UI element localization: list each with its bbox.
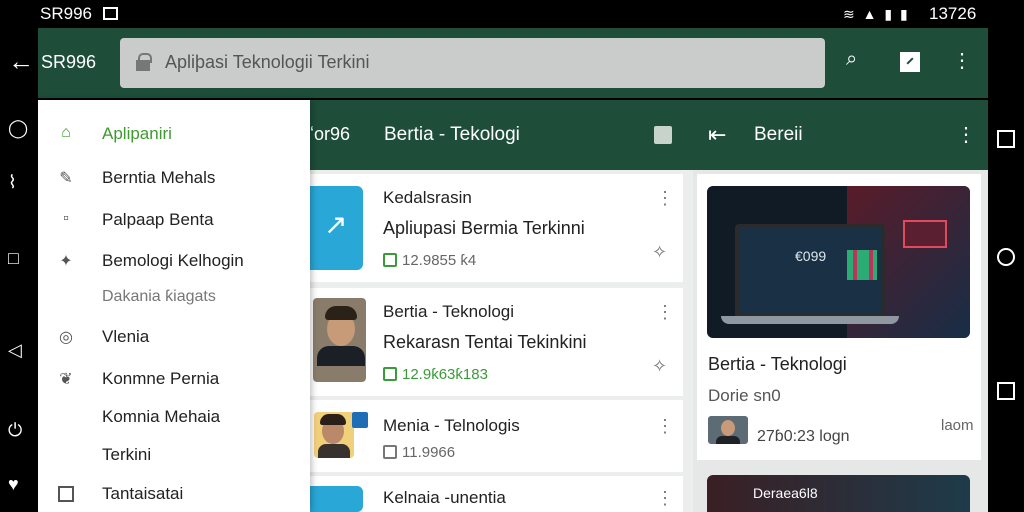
app-bar: ← SR996 Apliþasi Teknologii Terkini ⌕ ⋮	[8, 28, 988, 98]
chat-icon[interactable]: ◯	[8, 118, 28, 139]
search-input[interactable]: Apliþasi Teknologii Terkini	[120, 38, 825, 88]
drawer-item-terkini[interactable]: Terkini	[38, 437, 310, 473]
featured-card[interactable]: €099 Bertia - Teknologi Dorie sn0 27ɓ0:2…	[697, 174, 981, 460]
status-carrier: SR996	[40, 4, 92, 23]
article-tag-icon	[383, 367, 397, 381]
article-meta: 11.9966	[383, 444, 455, 461]
compass-icon: ◎	[59, 329, 73, 346]
article-tag-icon	[383, 253, 397, 267]
article-source: Kedalsrasin	[383, 188, 472, 207]
section-bar: ʻor96 Bertia - Tekologi ⇤ Bereii ⋮	[310, 100, 988, 170]
drawer-item-komnia-mehaia[interactable]: Komnia Mehaia	[38, 399, 310, 435]
leaf-icon: ❦	[59, 371, 73, 388]
square-icon[interactable]: □	[8, 248, 19, 269]
article-title: Rekarasn Tentai Tekinkini	[383, 332, 587, 352]
square-icon: ▫	[63, 210, 69, 227]
signal-icon: ≋ ▲ ▮ ▮	[843, 6, 910, 22]
navigation-drawer: ⌂ Aplipaniri ✎ Berntia Mehals ▫ Palpaap …	[38, 100, 310, 512]
status-bar: SR996 ≋ ▲ ▮ ▮ 13726	[0, 0, 1024, 28]
article-card[interactable]: Kedalsrasin Apliupasi Bermia Terkinni 12…	[310, 174, 683, 282]
more-icon[interactable]: ⋮	[656, 188, 674, 209]
article-tag-icon	[383, 445, 397, 459]
article-meta: 12.9855 ƙ4	[383, 252, 476, 269]
checkbox-icon[interactable]	[58, 486, 74, 502]
more-icon[interactable]: ⋮	[956, 122, 976, 147]
section-prefix: ʻor96	[310, 124, 351, 144]
avatar	[313, 298, 366, 382]
link-thumbnail	[310, 486, 363, 512]
article-card[interactable]: Kelnaia -unentia ⋮	[310, 476, 683, 512]
featured-meta: 27ɓ0:23 logn	[757, 428, 850, 445]
status-time: 13726	[929, 4, 977, 23]
drawer-item-bemologi-kelhogin[interactable]: ✦ Bemologi Kelhogin	[38, 243, 310, 279]
article-title: Apliupasi Bermia Terkinni	[383, 218, 585, 238]
drawer-item-palpaap-benta[interactable]: ▫ Palpaap Benta	[38, 202, 310, 238]
verified-badge	[352, 412, 368, 428]
pip-icon[interactable]	[900, 52, 920, 72]
power-icon[interactable]: ⏻	[8, 420, 22, 441]
back-arrow-icon[interactable]: ⇤	[708, 122, 726, 148]
pin-icon[interactable]: ⌇	[8, 172, 17, 193]
drawer-item-aplipaniri[interactable]: ⌂ Aplipaniri	[38, 116, 310, 152]
recent-apps-icon[interactable]	[997, 130, 1015, 148]
back-nav-icon[interactable]: ◁	[8, 340, 22, 361]
link-thumbnail	[310, 186, 363, 270]
more-icon[interactable]: ⋮	[656, 416, 674, 437]
drawer-item-konmne-pernia[interactable]: ❦ Konmne Pernia	[38, 361, 310, 397]
bookmark-icon[interactable]	[654, 126, 672, 144]
featured-title: Deraea6l8	[753, 485, 818, 501]
article-source: Bertia - Teknologi	[383, 302, 515, 321]
pin-icon[interactable]: ✧	[652, 242, 667, 263]
search-text: Apliþasi Teknologii Terkini	[165, 52, 370, 72]
drawer-item-tantaisatai[interactable]: Tantaisatai	[38, 476, 310, 512]
more-icon[interactable]: ⋮	[952, 48, 972, 73]
drawer-item-vlenia[interactable]: ◎ Vlenia	[38, 319, 310, 355]
heart-icon[interactable]: ♥	[8, 474, 19, 495]
lock-icon	[136, 53, 152, 71]
image-icon	[103, 7, 118, 20]
right-section-title: Bereii	[754, 124, 803, 145]
avatar	[314, 412, 354, 458]
right-system-bar	[988, 28, 1024, 512]
more-icon[interactable]: ⋮	[656, 488, 674, 509]
featured-subtitle: Dorie sn0	[708, 386, 781, 405]
search-icon[interactable]: ⌕	[846, 48, 857, 71]
featured-image-text: €099	[795, 248, 827, 264]
article-title: Kelnaia -unentia	[383, 488, 506, 507]
pin-icon[interactable]: ✧	[652, 356, 667, 377]
featured-title: Bertia - Teknologi	[708, 354, 847, 374]
back-arrow-icon[interactable]: ←	[8, 46, 34, 77]
drawer-item-berntia-mehals[interactable]: ✎ Berntia Mehals	[38, 160, 310, 196]
section-title: Bertia - Tekologi	[384, 124, 520, 145]
left-system-bar: ◯ ⌇ □ ◁ ⏻ ♥	[0, 28, 38, 512]
featured-image: €099	[707, 186, 970, 338]
home-icon: ⌂	[61, 124, 71, 141]
overview-icon[interactable]	[997, 382, 1015, 400]
puzzle-icon: ✦	[59, 253, 73, 270]
home-nav-icon[interactable]	[997, 248, 1015, 266]
article-title: Menia - Telnologis	[383, 416, 520, 435]
more-icon[interactable]: ⋮	[656, 302, 674, 323]
avatar	[708, 416, 748, 444]
article-card[interactable]: Menia - Telnologis 11.9966 ⋮	[310, 400, 683, 472]
featured-time: laom	[941, 417, 974, 434]
featured-card[interactable]: Deraea6l8	[707, 475, 970, 512]
article-card[interactable]: Bertia - Teknologi Rekarasn Tentai Tekin…	[310, 288, 683, 396]
drawer-subitem-dakania[interactable]: Dakania ƙiagats	[38, 280, 310, 316]
edit-icon: ✎	[59, 170, 73, 187]
article-meta: 12.9ƙ63ƙ183	[383, 366, 488, 383]
app-title: SR996	[41, 52, 97, 72]
